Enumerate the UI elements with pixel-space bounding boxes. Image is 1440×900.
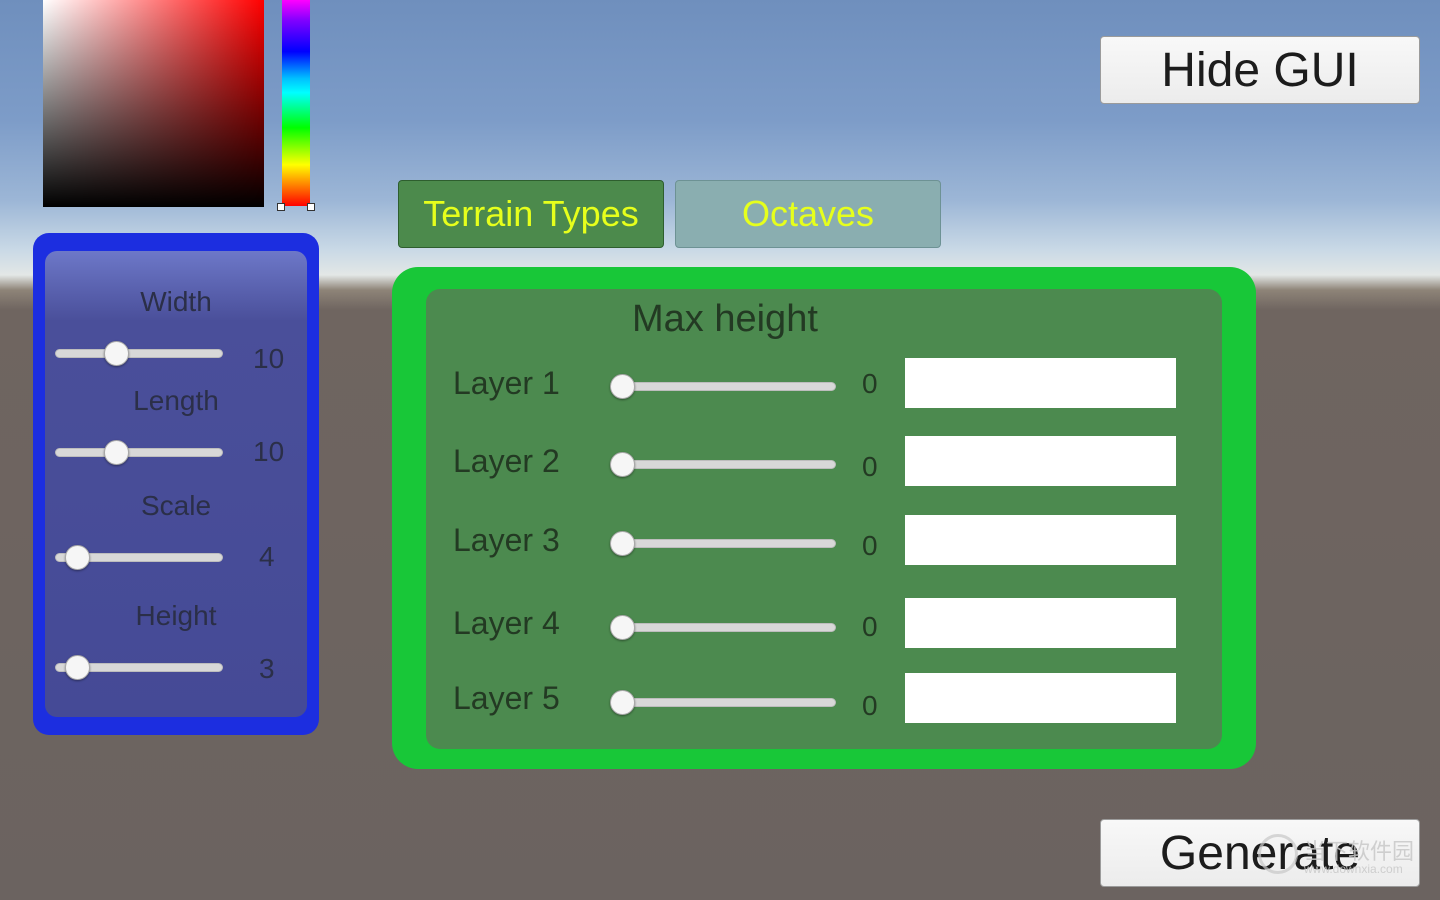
length-slider-thumb[interactable]: [104, 440, 129, 465]
watermark-url: www.downxia.com: [1304, 862, 1403, 876]
watermark: 当下软件园 www.downxia.com: [1258, 832, 1428, 880]
layer-1-slider[interactable]: [610, 374, 836, 399]
width-label: Width: [140, 286, 212, 317]
layer-3-slider[interactable]: [610, 531, 836, 556]
layer-1-value: 0: [862, 368, 878, 399]
layer-1-slider-thumb[interactable]: [610, 374, 635, 399]
length-slider[interactable]: [55, 440, 223, 465]
layer-4-slider-thumb[interactable]: [610, 615, 635, 640]
layer-2-input[interactable]: [905, 436, 1176, 486]
layer-5-label: Layer 5: [453, 680, 560, 716]
scale-value: 4: [259, 541, 275, 572]
layer-4-input[interactable]: [905, 598, 1176, 648]
layer-5-input[interactable]: [905, 673, 1176, 723]
length-value: 10: [253, 436, 285, 467]
layer-1-input[interactable]: [905, 358, 1176, 408]
tab-terrain-types[interactable]: Terrain Types: [398, 180, 664, 248]
layer-3-value: 0: [862, 530, 878, 561]
scale-label: Scale: [140, 490, 212, 521]
hue-slider[interactable]: [282, 0, 310, 206]
width-value: 10: [253, 343, 285, 374]
height-slider-thumb[interactable]: [65, 655, 90, 680]
layer-4-label: Layer 4: [453, 605, 560, 641]
watermark-logo-icon: [1258, 834, 1298, 874]
layer-2-label: Layer 2: [453, 443, 560, 479]
layer-3-slider-thumb[interactable]: [610, 531, 635, 556]
layer-2-slider-thumb[interactable]: [610, 452, 635, 477]
height-slider[interactable]: [55, 655, 223, 680]
scale-slider-thumb[interactable]: [65, 545, 90, 570]
height-label: Height: [135, 600, 217, 631]
width-slider[interactable]: [55, 341, 223, 366]
layer-5-slider[interactable]: [610, 690, 836, 715]
hue-slider-handle-left[interactable]: [277, 203, 285, 211]
layer-3-label: Layer 3: [453, 522, 560, 558]
layer-4-slider[interactable]: [610, 615, 836, 640]
hide-gui-button[interactable]: Hide GUI: [1100, 36, 1420, 104]
terrain-settings-panel-body: [45, 251, 307, 717]
width-slider-thumb[interactable]: [104, 341, 129, 366]
color-saturation-value-square[interactable]: [43, 0, 264, 207]
layer-4-value: 0: [862, 611, 878, 642]
layer-2-slider[interactable]: [610, 452, 836, 477]
tab-octaves[interactable]: Octaves: [675, 180, 941, 248]
height-value: 3: [259, 653, 275, 684]
hue-slider-handle-right[interactable]: [307, 203, 315, 211]
layer-3-input[interactable]: [905, 515, 1176, 565]
layer-5-slider-thumb[interactable]: [610, 690, 635, 715]
scale-slider[interactable]: [55, 545, 223, 570]
layer-1-label: Layer 1: [453, 365, 560, 401]
length-label: Length: [133, 385, 219, 416]
layer-5-value: 0: [862, 690, 878, 721]
max-height-title: Max height: [632, 298, 818, 340]
layer-2-value: 0: [862, 451, 878, 482]
